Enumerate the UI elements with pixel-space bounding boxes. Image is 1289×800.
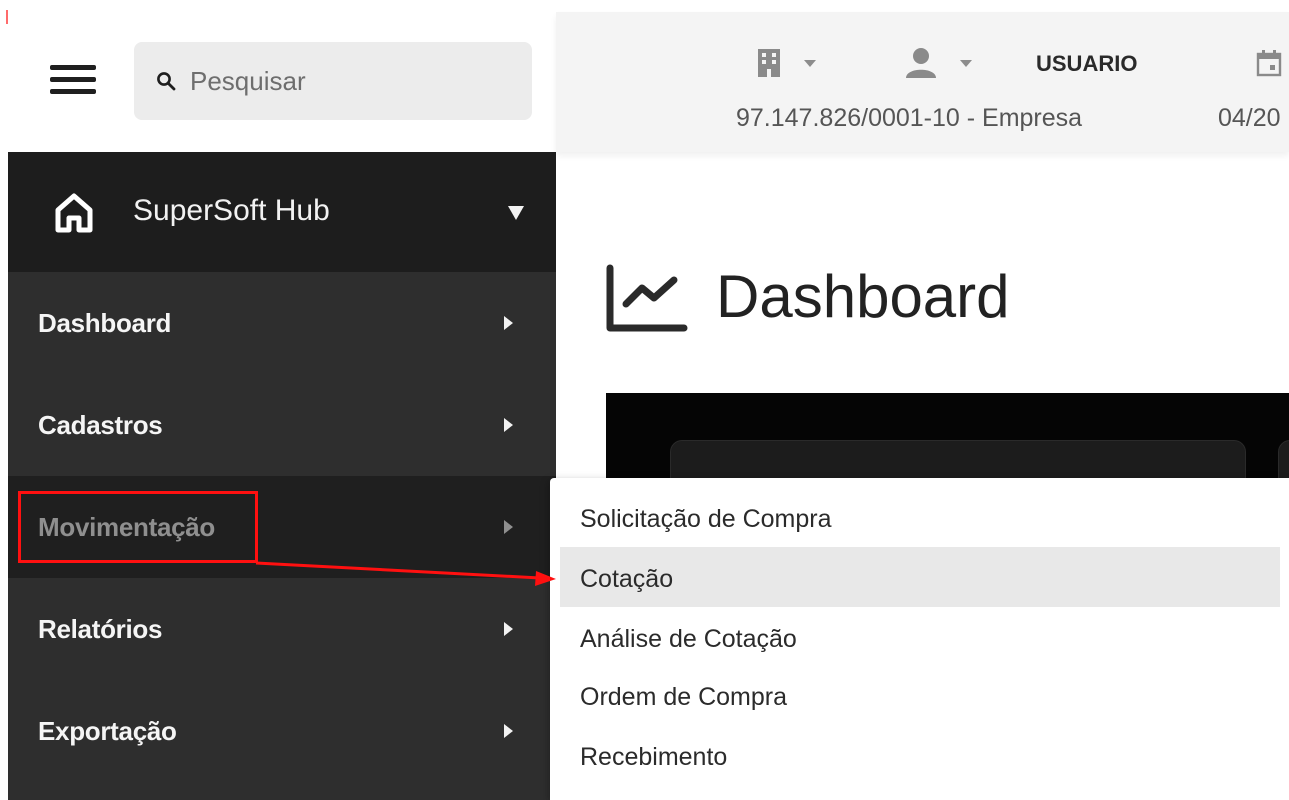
submenu-movimentacao: Solicitação de Compra Cotação Análise de…	[550, 478, 1289, 800]
caret-right-icon	[504, 418, 513, 432]
sidebar-item-cadastros[interactable]: Cadastros	[8, 374, 556, 476]
submenu-item-label: Solicitação de Compra	[580, 505, 832, 533]
company-selector[interactable]	[756, 47, 816, 79]
user-name: USUARIO	[1036, 51, 1138, 76]
home-icon	[55, 193, 93, 233]
sidebar-item-label: Exportação	[38, 716, 177, 746]
caret-right-icon	[504, 622, 513, 636]
chart-line-icon	[606, 264, 688, 332]
caret-down-icon	[508, 206, 524, 220]
caret-right-icon	[504, 520, 513, 534]
submenu-item-solicitacao-de-compra[interactable]: Solicitação de Compra	[560, 487, 1280, 547]
submenu-item-cotacao[interactable]: Cotação	[560, 547, 1280, 607]
sidebar-header[interactable]: SuperSoft Hub	[8, 152, 556, 272]
page-title: Dashboard	[716, 263, 1010, 330]
sidebar-item-relatorios[interactable]: Relatórios	[8, 578, 556, 680]
submenu-item-label: Recebimento	[580, 743, 728, 771]
date-label: 04/20	[1218, 104, 1281, 132]
search-box[interactable]	[134, 42, 532, 120]
submenu-item-label: Análise de Cotação	[580, 625, 797, 653]
building-icon	[758, 49, 780, 77]
app-root: USUARIO 97.147.826/0001-10 - Empresa 04/…	[0, 0, 1289, 800]
calendar-icon[interactable]	[1256, 49, 1282, 77]
caret-right-icon	[504, 724, 513, 738]
sidebar-item-dashboard[interactable]: Dashboard	[8, 272, 556, 374]
company-label: 97.147.826/0001-10 - Empresa	[736, 104, 1083, 132]
submenu-item-ordem-de-compra[interactable]: Ordem de Compra	[560, 665, 1280, 725]
caret-right-icon	[504, 316, 513, 330]
search-icon	[157, 72, 176, 91]
search-input[interactable]	[190, 65, 490, 97]
app-title: SuperSoft Hub	[133, 194, 330, 227]
user-selector[interactable]	[904, 47, 972, 79]
sidebar-item-exportacao[interactable]: Exportação	[8, 680, 556, 782]
sidebar-item-label: Cadastros	[38, 410, 163, 440]
sidebar-item-label: Dashboard	[38, 308, 172, 338]
user-icon	[906, 48, 936, 78]
annotation-highlight-box	[18, 491, 258, 563]
sidebar-item-label: Relatórios	[38, 614, 163, 644]
submenu-item-recebimento[interactable]: Recebimento	[560, 725, 1280, 785]
chevron-down-icon	[960, 59, 972, 67]
hamburger-menu-icon[interactable]	[50, 52, 104, 106]
submenu-item-label: Ordem de Compra	[580, 683, 788, 711]
submenu-item-label: Cotação	[580, 565, 674, 593]
submenu-item-analise-de-cotacao[interactable]: Análise de Cotação	[560, 607, 1280, 667]
chevron-down-icon	[804, 59, 816, 67]
